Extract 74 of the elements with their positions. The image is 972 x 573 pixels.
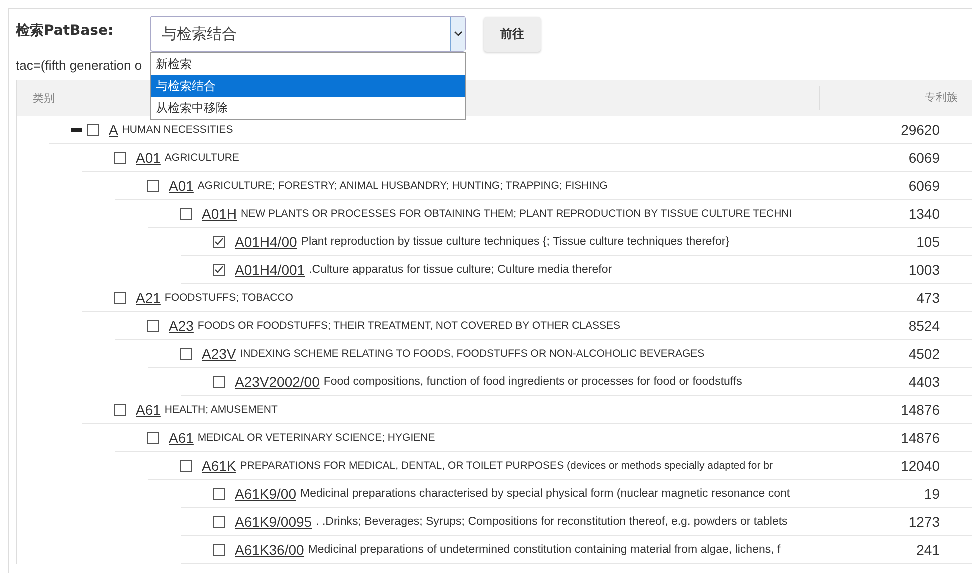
checkbox[interactable]: [180, 348, 192, 360]
family-count: 241: [916, 542, 941, 558]
collapse-icon[interactable]: [71, 128, 82, 132]
class-code-link[interactable]: A61K9/00: [235, 486, 296, 502]
class-code-link[interactable]: A01: [169, 178, 194, 194]
family-count: 6069: [908, 178, 941, 194]
checkbox[interactable]: [147, 180, 159, 192]
family-count: 14876: [900, 430, 941, 446]
class-code-link[interactable]: A23: [169, 318, 194, 334]
family-count: 8524: [908, 318, 941, 334]
class-code-link[interactable]: A61K: [202, 458, 236, 474]
class-description: FOODSTUFFS; TOBACCO: [164, 292, 294, 304]
class-code-link[interactable]: A01H4/00: [235, 234, 298, 250]
family-count: 12040: [900, 458, 941, 474]
class-description: PREPARATIONS FOR MEDICAL, DENTAL, OR TOILET PURPOSES (devices or methods specially adapted for br: [240, 460, 774, 472]
checkbox[interactable]: [114, 152, 126, 164]
class-code-link[interactable]: A01: [136, 150, 161, 166]
class-description: Plant reproduction by tissue culture techniques {; Tissue culture techniques therefor}: [301, 236, 730, 248]
family-count: 4403: [908, 374, 941, 390]
class-description: . .Drinks; Beverages; Syrups; Compositions for reconstitution thereof, e.g. powders or tablets: [316, 516, 788, 528]
class-description: Medicinal preparations characterised by special physical form (nuclear magnetic resonance cont: [300, 488, 790, 500]
class-description: AGRICULTURE; FORESTRY; ANIMAL HUSBANDRY; HUNTING; TRAPPING; FISHING: [198, 180, 608, 192]
class-description: FOODS OR FOODSTUFFS; THEIR TREATMENT, NOT COVERED BY OTHER CLASSES: [198, 320, 621, 332]
checkbox[interactable]: [213, 488, 225, 500]
checkbox[interactable]: [213, 516, 225, 528]
class-code-link[interactable]: A: [109, 122, 118, 138]
family-count: 29620: [900, 122, 941, 138]
family-count: 14876: [900, 402, 941, 418]
combine-select[interactable]: 与检索结合: [150, 16, 466, 52]
family-count: 6069: [908, 150, 941, 166]
checkbox[interactable]: [213, 376, 225, 388]
checkbox[interactable]: [180, 208, 192, 220]
class-description: INDEXING SCHEME RELATING TO FOODS, FOODSTUFFS OR NON-ALCOHOLIC BEVERAGES: [240, 348, 705, 360]
class-description: Medicinal preparations of undetermined constitution containing material from algae, lichens, f: [308, 544, 781, 556]
class-description: HUMAN NECESSITIES: [122, 124, 234, 136]
class-description: NEW PLANTS OR PROCESSES FOR OBTAINING THEM; PLANT REPRODUCTION BY TISSUE CULTURE TECHNI: [241, 208, 792, 220]
class-description: HEALTH; AMUSEMENT: [164, 404, 278, 416]
query-text: tac=(fifth generation o: [16, 58, 142, 75]
class-code-link[interactable]: A01H4/001: [235, 262, 306, 278]
checkbox[interactable]: [147, 432, 159, 444]
dropdown-option[interactable]: 从检索中移除: [151, 97, 465, 119]
class-code-link[interactable]: A01H: [202, 206, 238, 222]
family-count: 1273: [908, 514, 941, 530]
search-label: 检索PatBase:: [16, 22, 115, 40]
family-count: 105: [916, 234, 941, 250]
checkbox[interactable]: [213, 236, 225, 248]
class-code-link[interactable]: A23V2002/00: [235, 374, 320, 390]
column-header: 类别: [32, 90, 55, 106]
family-count: 473: [916, 290, 941, 306]
class-code-link[interactable]: A61K9/0095: [235, 514, 312, 530]
dropdown-option[interactable]: 新检索: [151, 53, 465, 75]
family-count: 19: [923, 486, 941, 502]
checkbox[interactable]: [87, 124, 99, 136]
checkbox[interactable]: [180, 460, 192, 472]
go-button[interactable]: 前往: [484, 16, 541, 52]
family-count: 1340: [908, 206, 941, 222]
class-code-link[interactable]: A21: [136, 290, 161, 306]
class-description: MEDICAL OR VETERINARY SCIENCE; HYGIENE: [198, 432, 436, 444]
checkbox[interactable]: [147, 320, 159, 332]
checkbox[interactable]: [213, 544, 225, 556]
checkbox[interactable]: [213, 264, 225, 276]
dropdown-option[interactable]: 与检索结合: [151, 75, 465, 97]
class-code-link[interactable]: A61: [169, 430, 194, 446]
class-code-link[interactable]: A23V: [202, 346, 236, 362]
class-code-link[interactable]: A61K36/00: [235, 542, 304, 558]
class-description: .Culture apparatus for tissue culture; Culture media therefor: [309, 264, 612, 276]
class-description: Food compositions, function of food ingredients or processes for food or foodstuffs: [324, 376, 742, 388]
column-header: 专利族: [819, 86, 972, 110]
family-count: 4502: [908, 346, 941, 362]
class-code-link[interactable]: A61: [136, 402, 161, 418]
checkbox[interactable]: [114, 404, 126, 416]
family-count: 1003: [908, 262, 941, 278]
class-description: AGRICULTURE: [164, 152, 240, 164]
checkbox[interactable]: [114, 292, 126, 304]
